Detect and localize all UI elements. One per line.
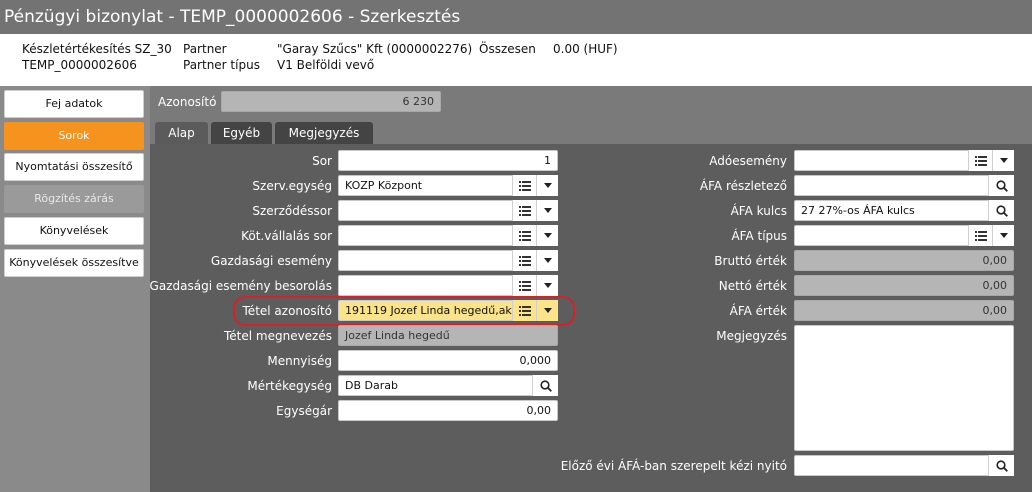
partner-value: "Garay Szűcs" Kft (0000002276) — [277, 42, 473, 56]
partner-type-label: Partner típus — [183, 58, 260, 72]
tetel-azonosito-label: Tétel azonosító — [242, 304, 332, 318]
window-title: Pénzügyi bizonylat - TEMP_0000002606 - S… — [0, 0, 1032, 34]
megjegyzes-textarea[interactable] — [794, 325, 1014, 451]
total-value: 0.00 (HUF) — [553, 42, 618, 56]
partner-type-value: V1 Belföldi vevő — [277, 58, 375, 72]
tab-megjegyzes[interactable]: Megjegyzés — [275, 122, 373, 144]
total-label: Összesen — [479, 42, 536, 56]
szerzodessor-label: Szerződéssor — [252, 204, 332, 218]
afa-tipus-label: ÁFA típus — [731, 229, 787, 243]
mennyiseg-label: Mennyiség — [267, 354, 332, 368]
id-field: 6 230 — [221, 91, 441, 112]
document-header: Készletértékesítés SZ_30 TEMP_0000002606… — [0, 34, 1032, 86]
mertekegyseg-label: Mértékegység — [247, 379, 332, 393]
afa-ertek-field: 0,00 — [794, 300, 1014, 321]
sor-field[interactable]: 1 — [338, 150, 558, 171]
chevron-down-icon[interactable] — [536, 225, 558, 246]
chevron-down-icon[interactable] — [536, 275, 558, 296]
search-icon[interactable] — [532, 375, 558, 396]
egysegar-label: Egységár — [276, 404, 332, 418]
list-icon[interactable] — [968, 150, 992, 171]
doc-type: Készletértékesítés SZ_30 — [22, 42, 172, 56]
tab-egyeb[interactable]: Egyéb — [211, 122, 272, 144]
szerv-egyseg-label: Szerv.egység — [252, 179, 332, 193]
elozo-evi-afa-field[interactable] — [794, 455, 1014, 476]
afa-reszletezo-field[interactable] — [794, 175, 1014, 196]
tab-bar: Alap Egyéb Megjegyzés — [150, 122, 1032, 144]
gazdasagi-esemeny-label: Gazdasági esemény — [210, 254, 332, 268]
list-icon[interactable] — [512, 225, 536, 246]
tetel-megnevezes-field: Jozef Linda hegedű — [338, 325, 558, 346]
egysegar-field[interactable]: 0,00 — [338, 400, 558, 421]
chevron-down-icon[interactable] — [536, 175, 558, 196]
partner-label: Partner — [183, 42, 227, 56]
list-icon[interactable] — [968, 225, 992, 246]
mennyiseg-field[interactable]: 0,000 — [338, 350, 558, 371]
netto-ertek-field: 0,00 — [794, 275, 1014, 296]
sidebar-item-konyvelesek-osszesitve[interactable]: Könyvelések összesítve — [4, 249, 144, 277]
chevron-down-icon[interactable] — [992, 225, 1014, 246]
search-icon[interactable] — [988, 455, 1014, 476]
sidebar-item-fej-adatok[interactable]: Fej adatok — [4, 90, 144, 118]
chevron-down-icon[interactable] — [536, 250, 558, 271]
afa-kulcs-label: ÁFA kulcs — [730, 204, 787, 218]
elozo-evi-afa-label: Előző évi ÁFÁ-ban szerepelt kézi nyitó — [560, 459, 787, 473]
tab-alap[interactable]: Alap — [155, 122, 208, 144]
chevron-down-icon[interactable] — [536, 300, 558, 321]
megjegyzes-label: Megjegyzés — [716, 329, 787, 343]
list-icon[interactable] — [512, 300, 536, 321]
sidebar-item-sorok[interactable]: Sorok — [4, 122, 144, 150]
brutto-ertek-label: Bruttó érték — [714, 254, 787, 268]
sidebar-item-rogzites-zaras: Rögzítés zárás — [4, 185, 144, 213]
afa-reszletezo-label: ÁFA részletező — [699, 179, 787, 193]
doc-id: TEMP_0000002606 — [22, 58, 137, 72]
chevron-down-icon[interactable] — [992, 150, 1014, 171]
afa-kulcs-field[interactable]: 27 27%-os ÁFA kulcs — [794, 200, 1014, 221]
adoesemeny-label: Adóesemény — [709, 154, 787, 168]
tetel-megnevezes-label: Tétel megnevezés — [223, 329, 332, 343]
kot-vallalas-label: Köt.vállalás sor — [241, 229, 332, 243]
search-icon[interactable] — [988, 200, 1014, 221]
brutto-ertek-field: 0,00 — [794, 250, 1014, 271]
sor-label: Sor — [312, 154, 332, 168]
mertekegyseg-field[interactable]: DB Darab — [338, 375, 558, 396]
netto-ertek-label: Nettó érték — [718, 279, 787, 293]
list-icon[interactable] — [512, 200, 536, 221]
gazdasagi-esemeny-besorolas-label: Gazdasági esemény besorolás — [149, 279, 332, 293]
afa-ertek-label: ÁFA érték — [729, 304, 787, 318]
sidebar-item-konyvelesek[interactable]: Könyvelések — [4, 217, 144, 245]
sidebar: Fej adatok Sorok Nyomtatási összesítő Rö… — [0, 86, 150, 492]
list-icon[interactable] — [512, 175, 536, 196]
list-icon[interactable] — [512, 275, 536, 296]
chevron-down-icon[interactable] — [536, 200, 558, 221]
search-icon[interactable] — [988, 175, 1014, 196]
id-label: Azonosító — [158, 95, 217, 109]
list-icon[interactable] — [512, 250, 536, 271]
sidebar-item-nyomtatasi-osszesito[interactable]: Nyomtatási összesítő — [4, 153, 144, 181]
